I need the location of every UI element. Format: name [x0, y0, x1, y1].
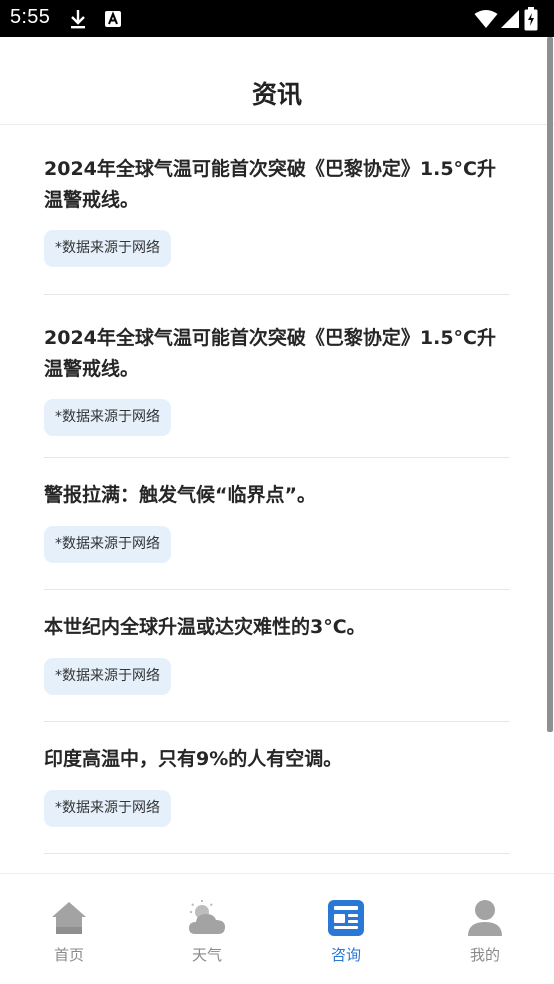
nav-label: 咨询	[330, 946, 361, 964]
header: 资讯	[0, 37, 554, 125]
nav-item-profile[interactable]: 我的	[416, 874, 554, 984]
news-item[interactable]: 2024年全球气温可能首次突破《巴黎协定》1.5°C升温警戒线。 *数据来源于网…	[44, 126, 510, 295]
source-tag: *数据来源于网络	[44, 399, 171, 436]
nav-item-weather[interactable]: 天气	[138, 874, 276, 984]
bottom-nav: 首页 天气 咨询 我的	[0, 873, 554, 984]
status-bar: 5:55	[0, 0, 554, 37]
download-icon	[68, 0, 88, 37]
news-item[interactable]: 警报拉满：触发气候“临界点”。 *数据来源于网络	[44, 458, 510, 590]
news-title: 本世纪内全球升温或达灾难性的3°C。	[44, 616, 366, 638]
scrollbar[interactable]	[547, 37, 553, 732]
nav-label: 首页	[53, 946, 84, 964]
source-tag: *数据来源于网络	[44, 658, 171, 695]
news-item[interactable]: 本世纪内全球升温或达灾难性的3°C。 *数据来源于网络	[44, 590, 510, 722]
a-box-icon	[104, 0, 122, 37]
nav-item-news[interactable]: 咨询	[277, 874, 415, 984]
page-title: 资讯	[251, 80, 302, 109]
news-title: 2024年全球气温可能首次突破《巴黎协定》1.5°C升温警戒线。	[44, 327, 496, 380]
news-item[interactable]: 印度高温中，只有9%的人有空调。 *数据来源于网络	[44, 722, 510, 854]
home-icon	[49, 898, 89, 938]
status-time: 5:55	[10, 6, 51, 28]
news-list: 2024年全球气温可能首次突破《巴黎协定》1.5°C升温警戒线。 *数据来源于网…	[44, 126, 510, 854]
user-icon	[465, 898, 505, 938]
news-icon	[326, 898, 366, 938]
source-tag: *数据来源于网络	[44, 526, 171, 563]
battery-icon	[524, 0, 538, 37]
nav-label: 天气	[191, 946, 222, 964]
weather-icon	[187, 898, 227, 938]
nav-item-home[interactable]: 首页	[0, 874, 138, 984]
source-tag: *数据来源于网络	[44, 790, 171, 827]
news-title: 印度高温中，只有9%的人有空调。	[44, 748, 343, 770]
nav-label: 我的	[469, 946, 500, 964]
news-title: 警报拉满：触发气候“临界点”。	[44, 484, 316, 506]
signal-icon	[500, 0, 520, 37]
source-tag: *数据来源于网络	[44, 230, 171, 267]
news-item[interactable]: 2024年全球气温可能首次突破《巴黎协定》1.5°C升温警戒线。 *数据来源于网…	[44, 295, 510, 458]
news-title: 2024年全球气温可能首次突破《巴黎协定》1.5°C升温警戒线。	[44, 158, 496, 211]
wifi-icon	[474, 0, 498, 37]
